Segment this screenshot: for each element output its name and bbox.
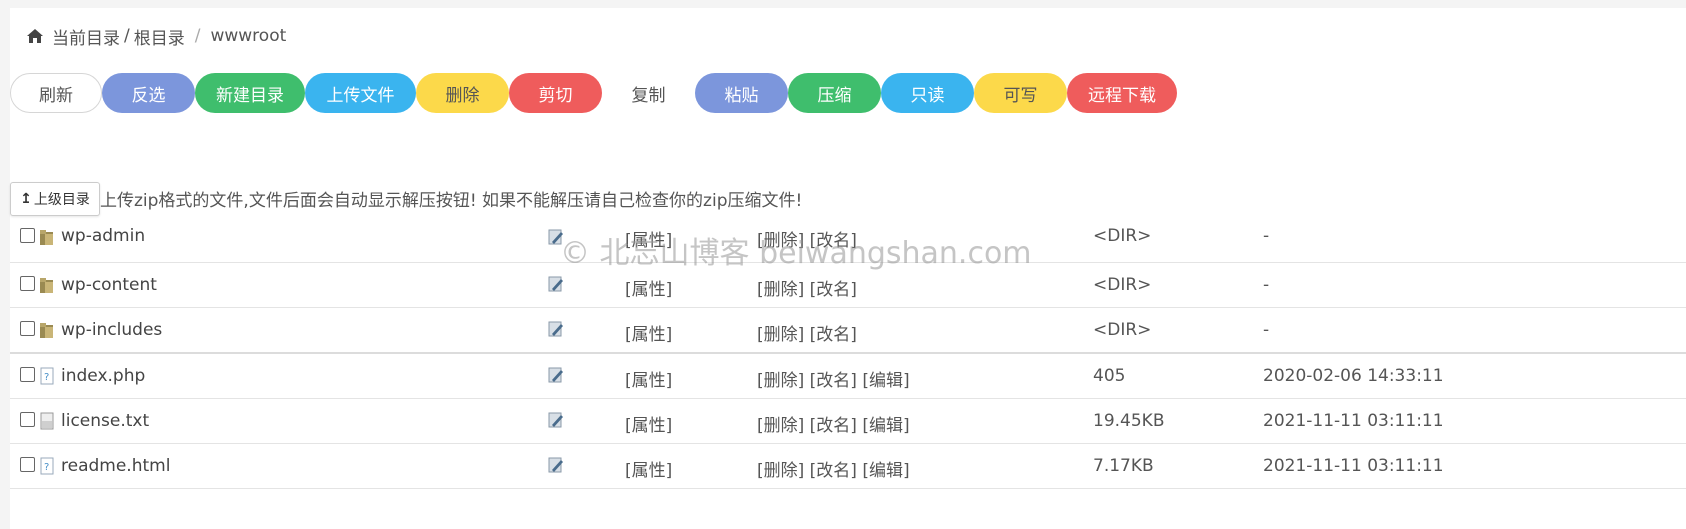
operations: [删除] [改名]	[757, 320, 857, 345]
rename-link[interactable]: [改名]	[810, 280, 857, 300]
row-checkbox[interactable]	[20, 412, 35, 427]
row-checkbox[interactable]	[20, 367, 35, 382]
operations: [删除] [改名] [编辑]	[757, 411, 910, 436]
rename-link[interactable]: [改名]	[810, 461, 857, 481]
row-checkbox[interactable]	[20, 457, 35, 472]
rename-link[interactable]: [改名]	[810, 371, 857, 391]
attributes-link[interactable]: [属性]	[625, 456, 672, 481]
read-only-button[interactable]: 只读	[881, 73, 974, 113]
file-name[interactable]: readme.html	[61, 456, 170, 476]
folder-icon	[40, 230, 53, 245]
file-name[interactable]: wp-admin	[61, 226, 145, 246]
attributes-link[interactable]: [属性]	[625, 366, 672, 391]
operations: [删除] [改名] [编辑]	[757, 366, 910, 391]
edit-icon[interactable]	[548, 411, 564, 429]
delete-link[interactable]: [删除]	[757, 280, 804, 300]
attributes-link[interactable]: [属性]	[625, 411, 672, 436]
file-date: -	[1263, 226, 1270, 246]
text-file-icon	[40, 412, 54, 430]
home-icon[interactable]	[26, 28, 44, 44]
file-date: -	[1263, 320, 1270, 340]
file-size: <DIR>	[1093, 275, 1152, 295]
file-date: 2021-11-11 03:11:11	[1263, 456, 1444, 476]
file-date: 2020-02-06 14:33:11	[1263, 366, 1444, 386]
svg-text:?: ?	[44, 462, 49, 473]
parent-directory-button[interactable]: ↥ 上级目录	[10, 182, 100, 216]
delete-button[interactable]: 删除	[416, 73, 509, 113]
table-row: ? readme.html [属性] [删除] [改名] [编辑] 7.17KB…	[10, 444, 1686, 489]
delete-link[interactable]: [删除]	[757, 416, 804, 436]
breadcrumb-folder: wwwroot	[210, 26, 287, 46]
operations: [删除] [改名]	[757, 275, 857, 300]
svg-text:?: ?	[44, 372, 49, 383]
folder-icon	[40, 323, 53, 338]
edit-icon[interactable]	[548, 366, 564, 384]
file-name[interactable]: license.txt	[61, 411, 149, 431]
folder-icon	[40, 278, 53, 293]
file-date: 2021-11-11 03:11:11	[1263, 411, 1444, 431]
invert-selection-button[interactable]: 反选	[102, 73, 195, 113]
table-row: wp-includes [属性] [删除] [改名] <DIR> -	[10, 308, 1686, 354]
breadcrumb-current: 当前目录	[52, 28, 120, 49]
rename-link[interactable]: [改名]	[810, 325, 857, 345]
parent-directory-label: 上级目录	[33, 192, 90, 208]
upload-file-button[interactable]: 上传文件	[305, 73, 416, 113]
table-row: license.txt [属性] [删除] [改名] [编辑] 19.45KB …	[10, 399, 1686, 444]
compress-button[interactable]: 压缩	[788, 73, 881, 113]
file-size: 7.17KB	[1093, 456, 1154, 476]
file-name[interactable]: wp-content	[61, 275, 157, 295]
operations: [删除] [改名] [编辑]	[757, 456, 910, 481]
file-size: <DIR>	[1093, 320, 1152, 340]
paste-button[interactable]: 粘贴	[695, 73, 788, 113]
row-checkbox[interactable]	[20, 276, 35, 291]
file-size: 19.45KB	[1093, 411, 1165, 431]
refresh-button[interactable]: 刷新	[10, 73, 102, 113]
breadcrumb-separator: /	[194, 26, 201, 46]
file-size: 405	[1093, 366, 1126, 386]
file-manager-panel: 当前目录 / 根目录 / wwwroot 刷新 反选 新建目录 上传文件 删除 …	[10, 8, 1686, 529]
delete-link[interactable]: [删除]	[757, 325, 804, 345]
attributes-link[interactable]: [属性]	[625, 275, 672, 300]
breadcrumb: 当前目录 / 根目录 / wwwroot	[26, 24, 287, 49]
file-name[interactable]: index.php	[61, 366, 145, 386]
breadcrumb-root[interactable]: 根目录	[134, 24, 185, 49]
table-row: ? index.php [属性] [删除] [改名] [编辑] 405 2020…	[10, 354, 1686, 399]
edit-link[interactable]: [编辑]	[862, 461, 909, 481]
remote-download-button[interactable]: 远程下载	[1067, 73, 1177, 113]
edit-link[interactable]: [编辑]	[862, 416, 909, 436]
row-checkbox[interactable]	[20, 228, 35, 243]
unknown-file-icon: ?	[40, 457, 54, 475]
edit-link[interactable]: [编辑]	[862, 371, 909, 391]
cut-button[interactable]: 剪切	[509, 73, 602, 113]
attributes-link[interactable]: [属性]	[625, 320, 672, 345]
up-arrow-icon: ↥	[20, 191, 32, 207]
row-checkbox[interactable]	[20, 321, 35, 336]
unknown-file-icon: ?	[40, 367, 54, 385]
file-date: -	[1263, 275, 1270, 295]
edit-icon[interactable]	[548, 275, 564, 293]
edit-icon[interactable]	[548, 320, 564, 338]
rename-link[interactable]: [改名]	[810, 416, 857, 436]
breadcrumb-separator: /	[124, 26, 130, 46]
file-size: <DIR>	[1093, 226, 1152, 246]
file-name[interactable]: wp-includes	[61, 320, 162, 340]
upload-notice: 上传zip格式的文件,文件后面会自动显示解压按钮! 如果不能解压请自己检查你的z…	[100, 191, 803, 211]
delete-link[interactable]: [删除]	[757, 371, 804, 391]
writable-button[interactable]: 可写	[974, 73, 1067, 113]
watermark: © 北忘山博客 beiwangshan.com	[560, 236, 1032, 271]
copy-button[interactable]: 复制	[602, 73, 695, 113]
delete-link[interactable]: [删除]	[757, 461, 804, 481]
edit-icon[interactable]	[548, 456, 564, 474]
new-directory-button[interactable]: 新建目录	[195, 73, 305, 113]
